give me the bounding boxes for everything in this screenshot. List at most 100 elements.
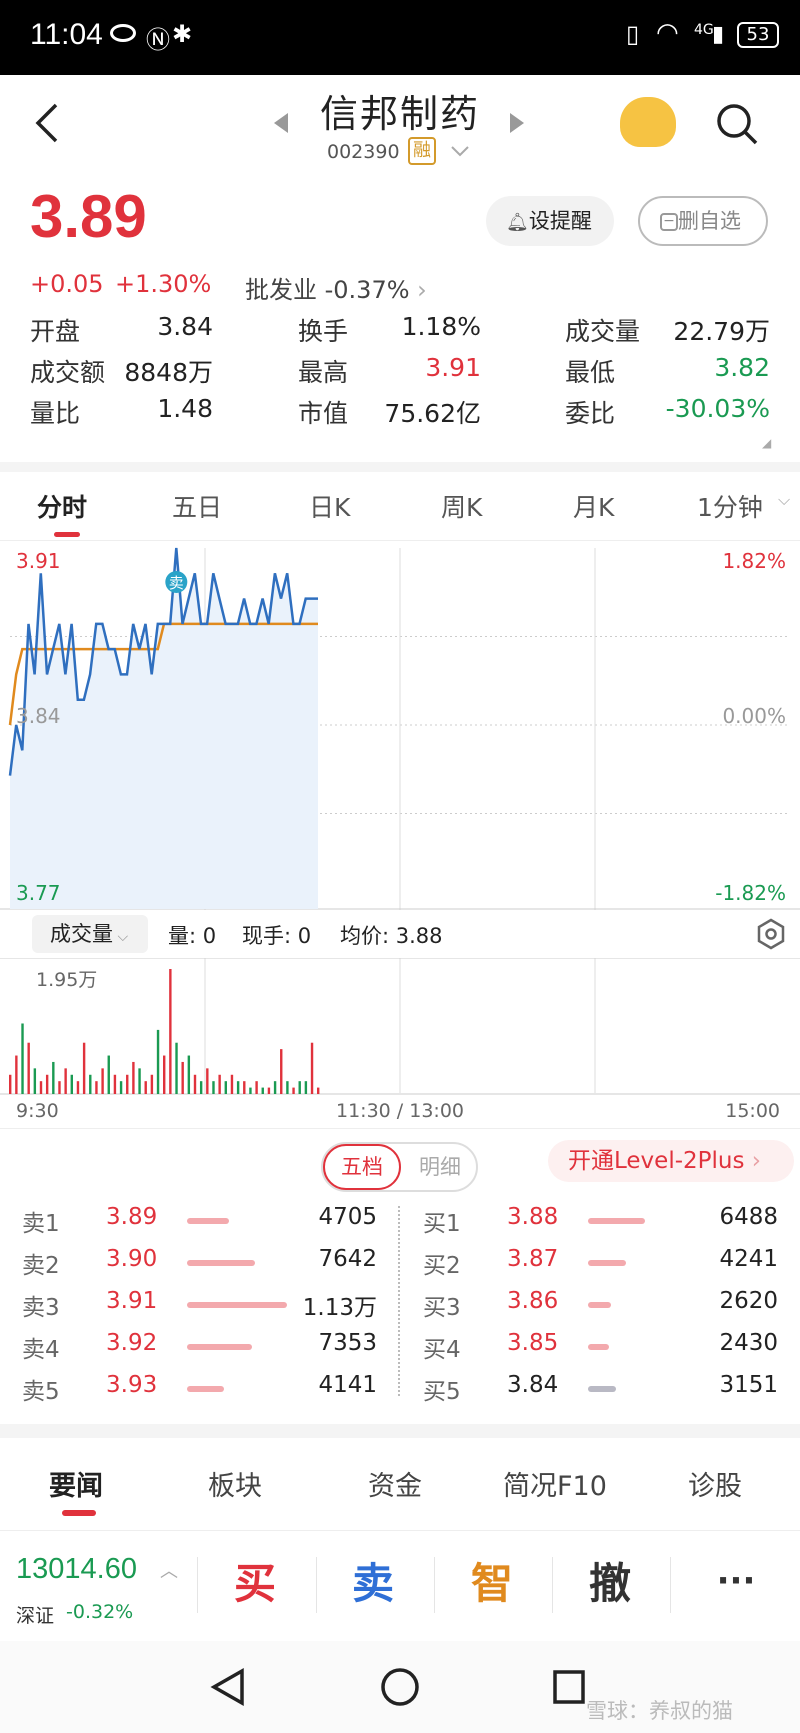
vibrate-icon: ▯ [626, 20, 640, 48]
chart-tab[interactable]: 月K [573, 488, 614, 524]
stock-code: 002390 [327, 141, 400, 163]
volume-bar [230, 1074, 234, 1094]
index-change: -0.32% [66, 1601, 134, 1623]
stat-value: -30.03% [665, 394, 770, 423]
chevron-down-icon[interactable] [450, 145, 470, 159]
trade-bar-divider [197, 1557, 198, 1613]
bell-icon: 🔔︎ [506, 212, 529, 233]
volume-bar [27, 1042, 30, 1094]
settings-icon[interactable] [756, 918, 786, 950]
signal-icon: ▮ [712, 22, 725, 47]
volume-bar [212, 1081, 215, 1094]
chevron-up-icon[interactable]: ︿ [160, 1557, 178, 1583]
volume-bar [304, 1081, 308, 1094]
info-tab[interactable]: 诊股 [688, 1464, 742, 1503]
chart-tab[interactable]: 周K [441, 488, 482, 524]
wifi-icon: ◠ [656, 18, 679, 48]
watermark: 雪球：养叔的猫 [586, 1699, 733, 1723]
time-axis-label: 9:30 [16, 1100, 59, 1122]
alert-button[interactable]: 🔔︎设提醒 [486, 196, 614, 246]
order-level-label: 买3 [423, 1295, 461, 1321]
stat-value: 3.91 [425, 353, 481, 382]
price-change-pct: +1.30% [115, 270, 212, 298]
order-level-volume: 4241 [719, 1246, 778, 1272]
quote-stats: 开盘 3.84 换手 1.18% 成交量 22.79万 成交额 8848万 最高 3.91 最低 3.… [30, 312, 775, 442]
margin-badge: 融 [408, 137, 436, 165]
order-level-price: 3.88 [507, 1204, 559, 1230]
price: 3.89 [30, 183, 147, 250]
prev-stock-icon[interactable] [272, 111, 290, 135]
tab-five-levels[interactable]: 五档 [323, 1144, 401, 1190]
search-icon[interactable] [716, 103, 760, 147]
order-level-label: 卖3 [22, 1295, 60, 1321]
volume-bar [317, 1087, 320, 1094]
nav-home-icon[interactable] [380, 1667, 420, 1707]
volume-bar [132, 1061, 135, 1094]
index-value: 13014.60 [16, 1553, 137, 1585]
header: 信邦制药 002390 融 [0, 75, 800, 175]
volume-chart[interactable]: 1.95万 [0, 958, 800, 1098]
expand-corner-icon[interactable]: ◢ [762, 436, 771, 450]
sell-button[interactable]: 卖 [323, 1549, 423, 1619]
order-level-volume: 6488 [719, 1204, 778, 1230]
smart-button[interactable]: 智 [442, 1549, 542, 1619]
chart-tab[interactable]: 日K [309, 488, 350, 524]
volume-bar [267, 1087, 271, 1094]
volume-indicator-selector[interactable]: 成交量 ⌵ [32, 915, 148, 953]
volume-readout: 量: 0 [168, 924, 217, 948]
buy-button[interactable]: 买 [205, 1549, 305, 1619]
volume-bar [181, 1061, 184, 1094]
stat-value: 22.79万 [673, 317, 770, 346]
volume-bar [156, 1029, 160, 1094]
intraday-price-chart[interactable]: 卖 3.91 3.84 3.77 1.82% 0.00% -1.82% [0, 540, 800, 910]
order-level-price: 3.85 [507, 1330, 559, 1356]
ask-levels: 卖1 3.89 4705 卖2 3.90 7642 卖3 3.91 1.13万 卖4 3.92 735… [22, 1196, 382, 1406]
chevron-down-icon: ⌵ [778, 490, 791, 509]
stat-value: 1.48 [157, 394, 213, 423]
chart-tab-indicator [54, 532, 80, 537]
chart-tab[interactable]: 1分钟 [697, 488, 763, 524]
battery-indicator: 53 [737, 22, 779, 48]
remove-watchlist-button[interactable]: − 删自选 [638, 196, 768, 246]
order-level-label: 卖1 [22, 1211, 60, 1237]
volume-bar [15, 1055, 18, 1094]
trade-bar-divider [434, 1557, 435, 1613]
nav-recents-icon[interactable] [552, 1669, 586, 1705]
order-level-volume: 2430 [719, 1330, 778, 1356]
back-icon[interactable] [32, 101, 62, 145]
more-button[interactable]: ··· [686, 1549, 786, 1619]
bluetooth-icon: ✱ [172, 20, 193, 48]
index-name: 深证 [16, 1605, 55, 1627]
order-level-label: 买1 [423, 1211, 461, 1237]
mascot-icon[interactable] [620, 97, 676, 147]
level2-promo-link[interactable]: 开通Level-2Plus › [548, 1140, 794, 1182]
tab-details[interactable]: 明细 [403, 1144, 477, 1190]
volume-max-label: 1.95万 [36, 969, 97, 991]
chart-tab[interactable]: 分时 [37, 488, 87, 524]
volume-bar [224, 1081, 227, 1094]
pct-axis-bottom: -1.82% [715, 881, 786, 905]
cancel-order-button[interactable]: 撤 [560, 1549, 660, 1619]
trade-bar-divider [316, 1557, 317, 1613]
stock-title: 信邦制药 [320, 92, 481, 136]
nav-back-icon[interactable] [210, 1667, 246, 1707]
chevron-right-icon: › [417, 276, 427, 304]
info-tab[interactable]: 资金 [368, 1464, 422, 1503]
chart-tab[interactable]: 五日 [172, 488, 222, 524]
info-tab[interactable]: 板块 [208, 1464, 262, 1503]
sector-link[interactable]: 批发业 -0.37% › [245, 270, 427, 305]
volume-bar [89, 1074, 92, 1094]
volume-bar [310, 1042, 314, 1094]
hand-readout: 现手: 0 [242, 924, 312, 948]
order-level-bar [588, 1386, 616, 1392]
volume-bar [286, 1081, 289, 1094]
trade-bar-divider [670, 1557, 671, 1613]
order-level-bar [588, 1344, 609, 1350]
nfc-icon: Ⓝ [146, 26, 170, 54]
info-tab[interactable]: 要闻 [49, 1464, 103, 1503]
next-stock-icon[interactable] [508, 111, 526, 135]
volume-bar [58, 1081, 61, 1094]
order-level-price: 3.87 [507, 1246, 559, 1272]
order-level-label: 卖2 [22, 1253, 60, 1279]
info-tab[interactable]: 简况F10 [503, 1464, 607, 1503]
